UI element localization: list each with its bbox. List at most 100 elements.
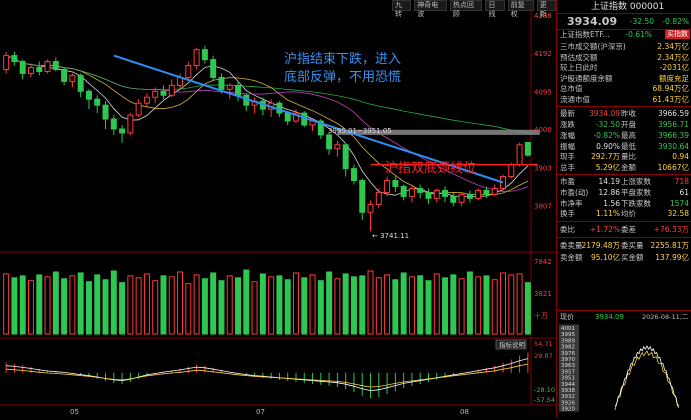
fund-label: 较上日此时 bbox=[560, 63, 598, 73]
volume-bar bbox=[143, 273, 150, 335]
fund-label: 流通市值 bbox=[560, 94, 590, 104]
toolbar-button-1[interactable]: 神奇电波 bbox=[414, 0, 447, 18]
volume-bar bbox=[185, 283, 192, 335]
volume-bar bbox=[276, 275, 283, 335]
volume-bar bbox=[36, 274, 43, 335]
volume-bar bbox=[326, 271, 333, 335]
candle bbox=[36, 61, 43, 76]
quote-change: -32.50 bbox=[629, 16, 654, 26]
indicator-button-label[interactable]: 指标说明 bbox=[499, 340, 526, 349]
etf-name[interactable]: 上证指数ETF... bbox=[560, 31, 610, 39]
macd-tick: 54.71 bbox=[534, 340, 553, 348]
candle bbox=[524, 141, 531, 157]
candle bbox=[94, 95, 101, 114]
etf-pct: -0.61% bbox=[625, 30, 652, 40]
candle bbox=[143, 93, 150, 108]
candle bbox=[475, 188, 482, 201]
volume-bar bbox=[317, 280, 324, 335]
volume-bar bbox=[516, 273, 523, 335]
stats-row: 市盈 14.19 上涨家数 718 bbox=[557, 177, 691, 187]
volume-bar bbox=[408, 276, 415, 335]
candle bbox=[52, 57, 59, 72]
stat-value: 12.86 bbox=[598, 187, 620, 197]
indicator-button[interactable]: 指标说明 bbox=[495, 339, 527, 350]
stat-value: 32.58 bbox=[667, 209, 689, 219]
mini-tick: 3920 bbox=[561, 407, 575, 413]
candle bbox=[359, 178, 366, 221]
fund-value: 额度充足 bbox=[659, 73, 689, 83]
annotation-line1: 沪指结束下跌，进入 bbox=[284, 51, 401, 67]
candle bbox=[491, 184, 498, 197]
mini-chart[interactable]: 现价 3934.09 2026-08-11,二 4001 3995 3989 3982 397… bbox=[557, 310, 691, 418]
volume-bar bbox=[259, 273, 266, 335]
stat-label: 开盘 bbox=[621, 120, 636, 130]
mini-white-line bbox=[614, 345, 680, 407]
candle bbox=[210, 55, 217, 82]
candle bbox=[102, 101, 109, 129]
buy-index-button[interactable]: 买指数 bbox=[665, 30, 690, 39]
volume-bar bbox=[210, 272, 217, 335]
volume-bar bbox=[375, 277, 382, 335]
candle bbox=[61, 67, 68, 86]
fund-value: 68.94万亿 bbox=[652, 84, 689, 94]
candle bbox=[77, 73, 84, 98]
stat-value: 3930.64 bbox=[657, 141, 689, 151]
stats-row: 市盈(动) 12.86 平盘家数 61 bbox=[557, 188, 691, 198]
stat-value: -0.82% bbox=[593, 130, 620, 140]
candle bbox=[326, 132, 333, 155]
stat-value: 3956.71 bbox=[657, 120, 689, 130]
volume-bar bbox=[392, 279, 399, 335]
stat-value: 1574 bbox=[669, 198, 689, 208]
candle bbox=[251, 97, 258, 114]
kline-chart-area[interactable]: 沪指结束下跌，进入 底部反弹，不用恐慌 沪指双底颈线位 3995.01~3951.05… bbox=[0, 0, 557, 418]
volume-bar bbox=[168, 276, 175, 335]
toolbar-button-0[interactable]: 九转 bbox=[392, 0, 412, 18]
volume-bar bbox=[102, 279, 109, 335]
volume-bar bbox=[152, 280, 159, 335]
stat-value: 3966.59 bbox=[657, 109, 689, 119]
volume-bar bbox=[458, 278, 465, 335]
volume-bar bbox=[384, 274, 391, 335]
volume-bar bbox=[450, 274, 457, 335]
fund-label: 总市值 bbox=[560, 84, 583, 94]
volume-bar bbox=[367, 270, 374, 335]
fund-value: 2.34万亿 bbox=[657, 52, 689, 62]
stat-value: 1.11% bbox=[596, 209, 620, 219]
macd-tick: 29.87 bbox=[534, 352, 553, 360]
volume-bar bbox=[433, 273, 440, 335]
stat-value: 3966.39 bbox=[657, 130, 689, 140]
volume-bar bbox=[94, 274, 101, 335]
toolbar-button-2[interactable]: 热点回顾 bbox=[449, 0, 483, 18]
candle bbox=[466, 190, 473, 203]
volume-tick: 7842 bbox=[534, 258, 552, 266]
order-label: 买金额 bbox=[621, 253, 644, 263]
mini-chart-svg: 现价 3934.09 2026-08-11,二4001399539893982397… bbox=[557, 310, 691, 413]
toolbar-button-5[interactable]: 更新 bbox=[536, 0, 557, 18]
wei-value: +1.72% bbox=[589, 225, 620, 235]
volume-bar bbox=[425, 280, 432, 335]
volume-bar bbox=[293, 272, 299, 335]
title-divider bbox=[557, 13, 691, 14]
order-label: 委卖量 bbox=[560, 241, 583, 251]
volume-bar bbox=[218, 280, 225, 335]
candle bbox=[3, 51, 10, 74]
volume-bar bbox=[235, 277, 241, 335]
order-row: 卖金额 95.10亿 买金额 137.99亿 bbox=[557, 253, 691, 263]
candle bbox=[160, 85, 167, 100]
toolbar-button-4[interactable]: 前复权 bbox=[507, 0, 534, 18]
stat-value: 10667亿 bbox=[657, 163, 689, 173]
fund-divider bbox=[557, 106, 691, 107]
candle bbox=[11, 51, 18, 66]
wei-label: 委比 bbox=[560, 225, 575, 235]
kline-chart-svg[interactable]: 沪指结束下跌，进入底部反弹，不用恐慌沪指双底颈线位 3995.01~3951.05… bbox=[0, 0, 556, 418]
volume-bar bbox=[475, 276, 482, 335]
toolbar-button-3[interactable]: 日线 bbox=[485, 0, 505, 18]
fund-value: 2.34万亿 bbox=[657, 42, 689, 52]
volume-bar bbox=[201, 278, 208, 335]
neckline-label: 沪指双底颈线位 bbox=[385, 160, 476, 176]
volume-bar bbox=[508, 274, 515, 335]
volume-bar bbox=[500, 272, 506, 335]
stats-row: 总手 5.29亿 金额 10667亿 bbox=[557, 163, 691, 173]
order-value: 2179.48万 bbox=[581, 241, 620, 251]
fund-row: 流通市值 61.43万亿 bbox=[557, 95, 691, 105]
